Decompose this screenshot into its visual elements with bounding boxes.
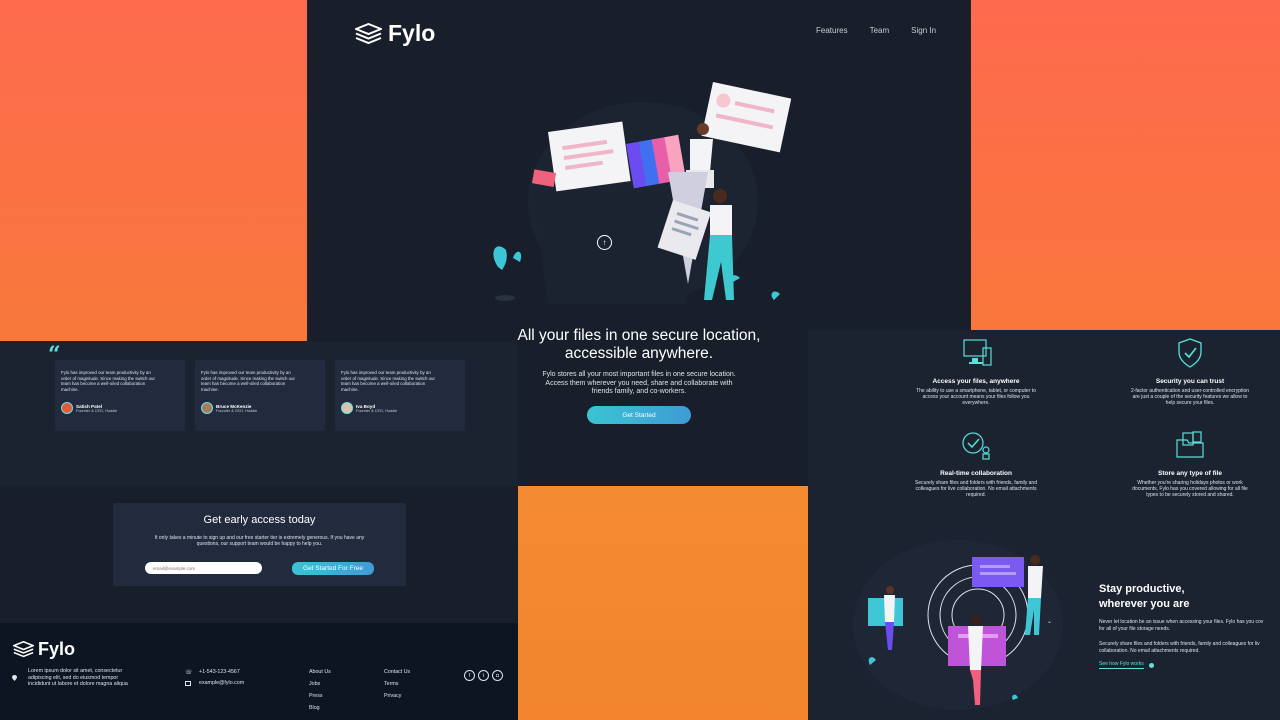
productive-title: Stay productive, wherever you are	[1099, 583, 1190, 610]
hero-desc-line: Fylo stores all your most important file…	[542, 371, 736, 378]
testimonial-text: Fylo has improved our team productivity …	[201, 370, 295, 392]
avatar	[201, 402, 213, 415]
footer-link-privacy[interactable]: Privacy	[384, 693, 401, 699]
hero-illustration	[493, 82, 792, 304]
chevron-down-icon: ⌄	[1047, 619, 1053, 625]
instagram-icon[interactable]: ◘	[492, 670, 503, 681]
feature-text: Securely share files and folders with fr…	[914, 480, 1037, 498]
footer-link-jobs[interactable]: Jobs	[309, 681, 320, 687]
email-input[interactable]	[145, 562, 262, 574]
footer-phone[interactable]: +1-543-123-4567	[199, 669, 240, 676]
productive-section: ⌄ Stay productive, wherever you are Never…	[808, 530, 1280, 720]
footer-link-contact[interactable]: Contact Us	[384, 669, 410, 675]
brand-name: Fylo	[38, 639, 76, 659]
footer-link-press[interactable]: Press	[309, 693, 323, 699]
header-logo[interactable]: Fylo	[355, 20, 435, 47]
avatar	[341, 402, 353, 415]
footer-link-blog[interactable]: Blog	[309, 705, 320, 711]
testimonial-role: Founder & CEO, Huddle	[76, 408, 118, 413]
feature-text: Whether you're sharing holidays photos o…	[1132, 480, 1248, 498]
testimonial-card: Fylo has improved our team productivity …	[55, 360, 185, 431]
footer-link-terms[interactable]: Terms	[384, 681, 398, 687]
feature-store: Store any type of file Whether you're sh…	[1110, 430, 1270, 498]
early-access-description: It only takes a minute to sign up and ou…	[154, 535, 365, 548]
get-started-button[interactable]: Get Started	[587, 406, 691, 424]
testimonial-card: Fylo has improved our team productivity …	[195, 360, 325, 431]
see-how-link[interactable]: See how Fylo works	[1099, 661, 1154, 669]
twitter-icon[interactable]: t	[478, 670, 489, 681]
feature-collaboration: Real-time collaboration Securely share f…	[896, 430, 1056, 498]
location-icon	[12, 668, 17, 681]
hero-title-line: All your files in one secure location,	[517, 327, 761, 344]
shield-check-icon	[1178, 338, 1202, 368]
footer-logo[interactable]: Fylo	[13, 639, 75, 660]
early-access-card: Get early access today It only takes a m…	[113, 503, 406, 586]
nav-team[interactable]: Team	[870, 26, 890, 35]
early-access-title: Get early access today	[203, 514, 316, 526]
testimonial-text: Fylo has improved our team productivity …	[61, 370, 155, 392]
hero-desc-line: Access them wherever you need, share and…	[545, 379, 733, 387]
see-how-link-text[interactable]: See how Fylo works	[1099, 661, 1144, 669]
footer-link-about[interactable]: About Us	[309, 669, 331, 675]
feature-title: Security you can trust	[1155, 378, 1225, 385]
arrow-circle-icon	[1148, 662, 1154, 668]
feature-title: Access your files, anywhere	[932, 378, 1020, 385]
feature-access: Access your files, anywhere The ability …	[896, 338, 1056, 406]
testimonials-section: “ Fylo has improved our team productivit…	[0, 341, 518, 486]
avatar	[61, 402, 73, 415]
feature-text: 2-factor authentication and user-control…	[1130, 388, 1250, 406]
get-started-free-button[interactable]: Get Started For Free	[292, 562, 374, 575]
orange-gradient-panel	[971, 0, 1280, 330]
arrow-up-icon[interactable]: ↑	[597, 235, 612, 250]
hero-desc-line: friends family, and co-workers.	[591, 388, 687, 395]
phone-icon: ☏	[185, 670, 193, 676]
productive-paragraph: Never let location be an issue when acce…	[1099, 619, 1264, 632]
orange-gradient-panel	[0, 0, 307, 341]
facebook-icon[interactable]: f	[464, 670, 475, 681]
orange-gradient-panel	[518, 486, 808, 720]
testimonial-card: Fylo has improved our team productivity …	[335, 360, 465, 431]
hero-title-line: accessible anywhere.	[564, 345, 714, 362]
monitor-icon	[963, 339, 992, 366]
email-icon	[185, 681, 191, 686]
footer-address: Lorem ipsum dolor sit amet, consectetur a…	[28, 668, 128, 688]
testimonial-role: Founder & CEO, Huddle	[356, 408, 398, 413]
footer-email[interactable]: example@fylo.com	[199, 680, 244, 687]
logo-icon	[355, 22, 382, 44]
feature-title: Store any type of file	[1158, 470, 1222, 477]
productive-illustration	[853, 540, 1063, 710]
folder-files-icon	[1176, 431, 1204, 458]
testimonial-role: Founder & CEO, Huddle	[216, 408, 258, 413]
nav-sign-in[interactable]: Sign In	[911, 26, 936, 35]
top-nav: Features Team Sign In	[794, 20, 936, 38]
feature-title: Real-time collaboration	[940, 470, 1012, 477]
brand-name: Fylo	[388, 20, 436, 46]
nav-features[interactable]: Features	[816, 26, 848, 35]
productive-paragraph: Securely share files and folders with fr…	[1099, 641, 1260, 654]
feature-security: Security you can trust 2-factor authenti…	[1110, 338, 1270, 406]
hero-description: Fylo stores all your most important file…	[489, 371, 789, 397]
testimonial-text: Fylo has improved our team productivity …	[341, 370, 435, 392]
hero-title: All your files in one secure location, a…	[489, 327, 789, 363]
logo-icon	[13, 641, 34, 658]
collaboration-icon	[962, 432, 990, 460]
feature-text: The ability to use a smartphone, tablet,…	[916, 388, 1036, 406]
